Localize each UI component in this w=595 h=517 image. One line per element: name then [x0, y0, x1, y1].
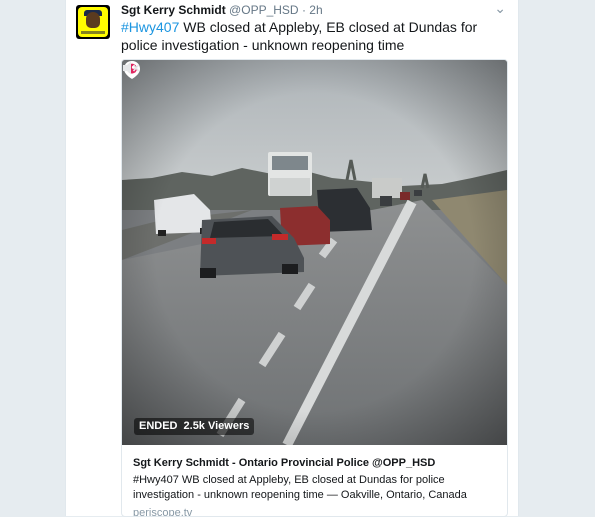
card-description: #Hwy407 WB closed at Appleby, EB closed … [133, 474, 467, 501]
chevron-down-icon[interactable]: ⌄ [494, 1, 506, 16]
video-thumbnail[interactable]: ENDED 2.5k Viewers [122, 60, 507, 445]
tweet[interactable]: Sgt Kerry Schmidt @OPP_HSD · 2h ⌄ #Hwy40… [65, 0, 519, 517]
hashtag-link[interactable]: #Hwy407 [121, 19, 179, 35]
ended-label: ENDED [139, 420, 178, 432]
avatar[interactable] [76, 5, 110, 39]
card-domain: periscope.tv [133, 507, 193, 517]
tweet-text: #Hwy407 WB closed at Appleby, EB closed … [121, 18, 506, 54]
broadcast-status: ENDED 2.5k Viewers [134, 418, 255, 435]
viewer-count: 2.5k Viewers [183, 420, 250, 432]
periscope-card[interactable]: ENDED 2.5k Viewers Sgt Kerry Schmidt - On… [121, 59, 508, 517]
tweet-header: Sgt Kerry Schmidt @OPP_HSD · 2h ⌄ [121, 1, 506, 19]
tweet-time[interactable]: 2h [309, 3, 322, 17]
card-details[interactable]: Sgt Kerry Schmidt - Ontario Provincial P… [133, 456, 498, 517]
time-separator: · [301, 3, 306, 17]
card-title: Sgt Kerry Schmidt - Ontario Provincial P… [133, 457, 436, 469]
snapcode-image [78, 7, 108, 37]
highway-traffic-scene [122, 60, 507, 445]
speaker-muted-icon[interactable] [122, 60, 140, 76]
author-handle[interactable]: @OPP_HSD [229, 3, 299, 17]
author-name[interactable]: Sgt Kerry Schmidt [121, 3, 226, 17]
